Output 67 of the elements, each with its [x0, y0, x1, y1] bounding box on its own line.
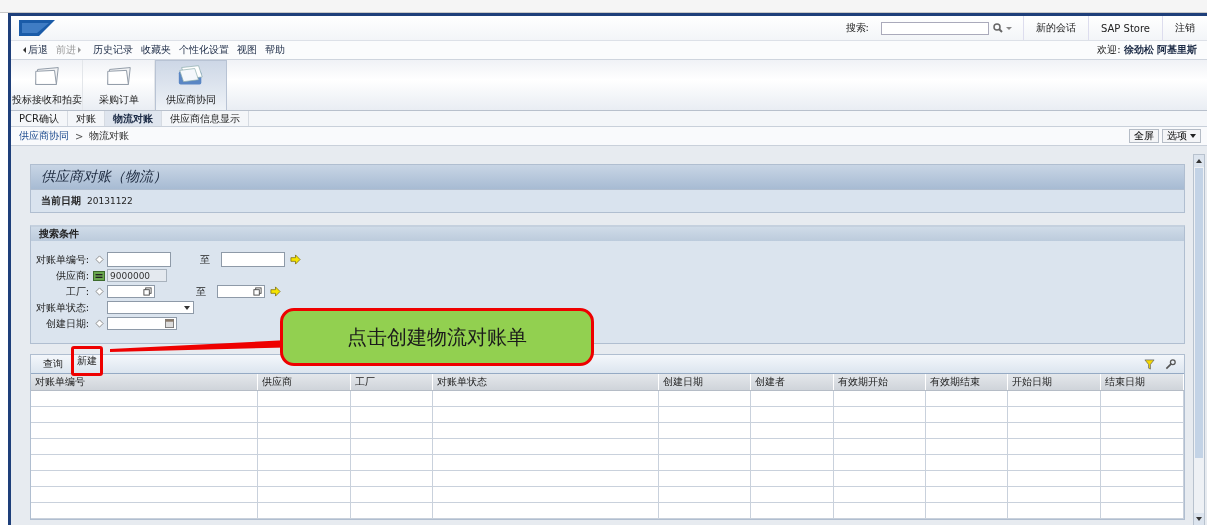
menu-item[interactable]: 收藏夹 — [137, 43, 175, 57]
column-header[interactable]: 结束日期 — [1101, 374, 1184, 390]
copy-icon[interactable] — [143, 287, 152, 296]
arrow-icon[interactable] — [270, 286, 281, 297]
search-field[interactable] — [881, 21, 989, 35]
scrollbar[interactable] — [1193, 154, 1205, 525]
column-header[interactable]: 供应商 — [258, 374, 351, 390]
equals-icon[interactable] — [93, 270, 105, 281]
sub-tab[interactable]: PCR确认 — [11, 111, 68, 126]
nav-tab[interactable]: 投标接收和拍卖 — [11, 60, 83, 110]
nav-tab[interactable]: 采购订单 — [83, 60, 155, 110]
field-label: 工厂: — [64, 284, 90, 299]
toolbar-button[interactable]: 查询 — [40, 357, 66, 371]
column-header[interactable]: 有效期结束 — [926, 374, 1008, 390]
date-field[interactable] — [107, 317, 177, 330]
column-header[interactable]: 开始日期 — [1008, 374, 1101, 390]
panel-title: 搜索条件 — [39, 227, 79, 241]
field-label: 对账单编号: — [34, 252, 90, 267]
date-label: 当前日期 — [41, 194, 81, 208]
column-header[interactable]: 对账单编号 — [31, 374, 258, 390]
fullscreen-button[interactable]: 全屏 — [1129, 129, 1159, 143]
date-value: 20131122 — [87, 196, 133, 206]
breadcrumb-separator: > — [75, 130, 84, 142]
column-header[interactable]: 创建者 — [751, 374, 834, 390]
search-label: 搜索: — [845, 21, 869, 35]
calendar-icon[interactable] — [165, 319, 174, 328]
toolbar-button[interactable]: 新建 — [74, 354, 100, 368]
range-to-label: 至 — [199, 252, 211, 267]
input-field[interactable] — [221, 252, 285, 267]
range-to-label: 至 — [195, 284, 207, 299]
diamond-icon[interactable] — [94, 255, 104, 264]
copy-icon[interactable] — [253, 287, 262, 296]
diamond-icon[interactable] — [94, 319, 104, 328]
callout-text: 点击创建物流对账单 — [347, 323, 527, 351]
page-title: 供应商对账（物流） — [41, 168, 167, 186]
welcome-label: 欢迎: — [1097, 43, 1121, 57]
column-header[interactable]: 有效期开始 — [834, 374, 926, 390]
field-label: 对账单状态: — [34, 300, 90, 315]
documents-icon — [176, 65, 206, 87]
input-field[interactable] — [217, 285, 265, 298]
readonly-field: 9000000 — [107, 269, 167, 282]
input-field[interactable] — [107, 285, 155, 298]
breadcrumb-link[interactable]: 物流对账 — [89, 129, 130, 143]
options-button[interactable]: 选项 — [1162, 129, 1201, 143]
menu-item[interactable]: 视图 — [233, 43, 261, 57]
search-icon[interactable] — [993, 23, 1013, 33]
menu-item[interactable]: 个性化设置 — [175, 43, 233, 57]
input-field[interactable] — [107, 252, 171, 267]
field-label: 供应商: — [54, 268, 90, 283]
user-name: 徐劲松 阿基里斯 — [1123, 43, 1197, 57]
column-header[interactable]: 工厂 — [351, 374, 433, 390]
back-button[interactable]: 后退 — [19, 43, 52, 57]
menu-item[interactable]: 帮助 — [261, 43, 289, 57]
nav-tab[interactable]: 供应商协同 — [155, 60, 227, 110]
sub-tab[interactable]: 物流对账 — [104, 111, 162, 126]
filter-icon[interactable] — [1144, 358, 1155, 370]
diamond-icon[interactable] — [94, 287, 104, 296]
dropdown-field[interactable] — [107, 301, 194, 314]
sub-tab[interactable]: 对账 — [67, 111, 105, 126]
menu-item[interactable]: 历史记录 — [89, 43, 137, 57]
column-header[interactable]: 对账单状态 — [433, 374, 659, 390]
arrow-icon[interactable] — [290, 254, 301, 265]
logo-icon — [19, 20, 55, 36]
field-label: 创建日期: — [44, 316, 90, 331]
sub-tab[interactable]: 供应商信息显示 — [161, 111, 249, 126]
breadcrumb-link[interactable]: 供应商协同 — [19, 129, 69, 143]
column-header[interactable]: 创建日期 — [659, 374, 751, 390]
